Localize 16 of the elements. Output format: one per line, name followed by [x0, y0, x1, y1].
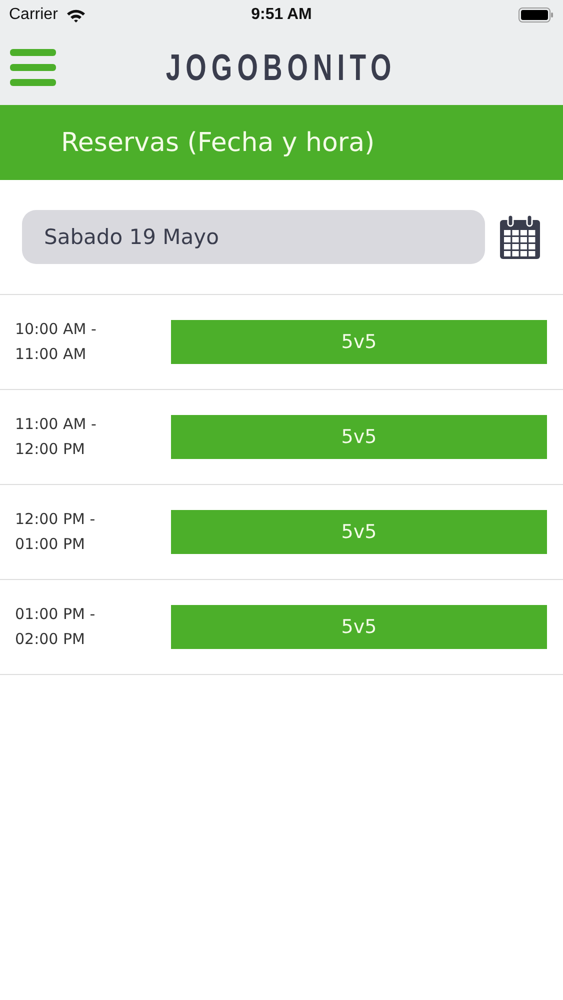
slot-button[interactable]: 5v5	[171, 415, 547, 459]
time-range: 11:00 AM - 12:00 PM	[15, 414, 98, 460]
wifi-icon	[66, 8, 86, 22]
clock-time: 9:51 AM	[251, 6, 312, 24]
page-title: Reservas (Fecha y hora)	[61, 128, 375, 158]
logo-text: JOGOBONITO	[166, 46, 397, 88]
time-range: 01:00 PM - 02:00 PM	[15, 604, 96, 650]
carrier-label: Carrier	[9, 6, 58, 24]
slot-button[interactable]: 5v5	[171, 510, 547, 554]
battery-icon	[518, 7, 554, 23]
slot-button[interactable]: 5v5	[171, 320, 547, 364]
date-field[interactable]: Sabado 19 Mayo	[22, 210, 485, 264]
time-range: 12:00 PM - 01:00 PM	[15, 509, 96, 555]
slot-button[interactable]: 5v5	[171, 605, 547, 649]
time-range: 10:00 AM - 11:00 AM	[15, 319, 98, 365]
calendar-icon[interactable]	[499, 214, 541, 260]
